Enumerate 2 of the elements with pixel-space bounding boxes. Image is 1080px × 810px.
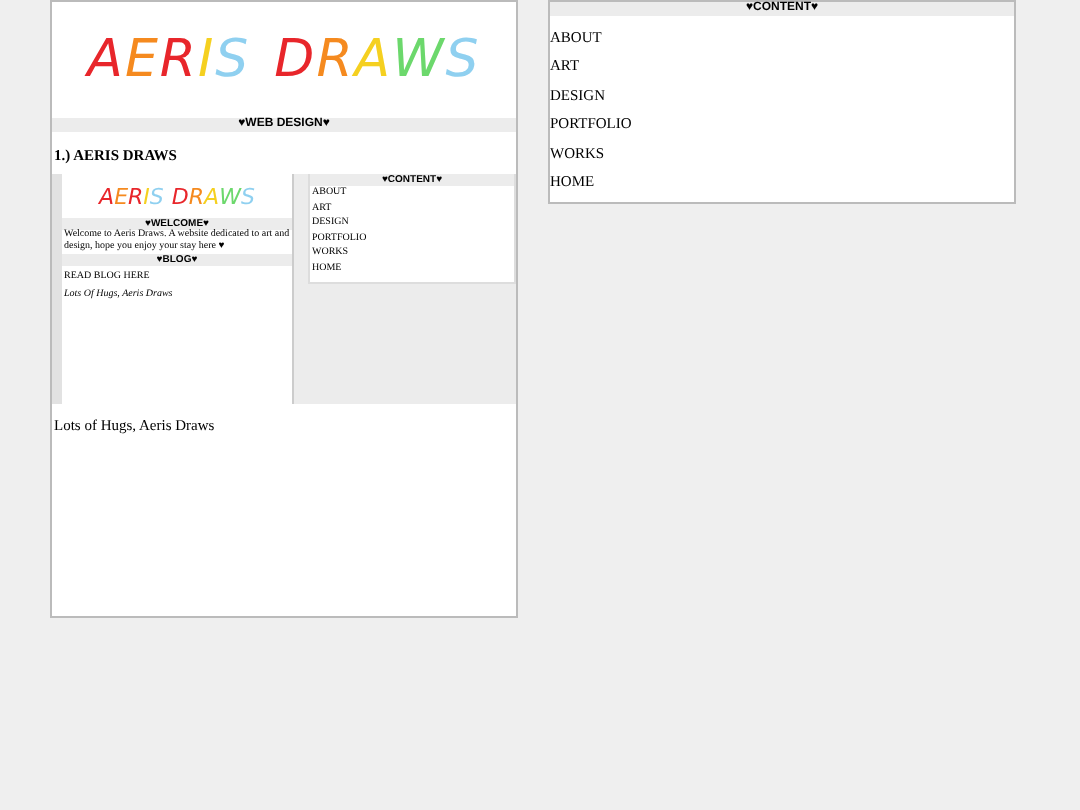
logo: AERIS DRAWS: [96, 181, 257, 213]
logo: AERIS DRAWS: [82, 28, 483, 94]
